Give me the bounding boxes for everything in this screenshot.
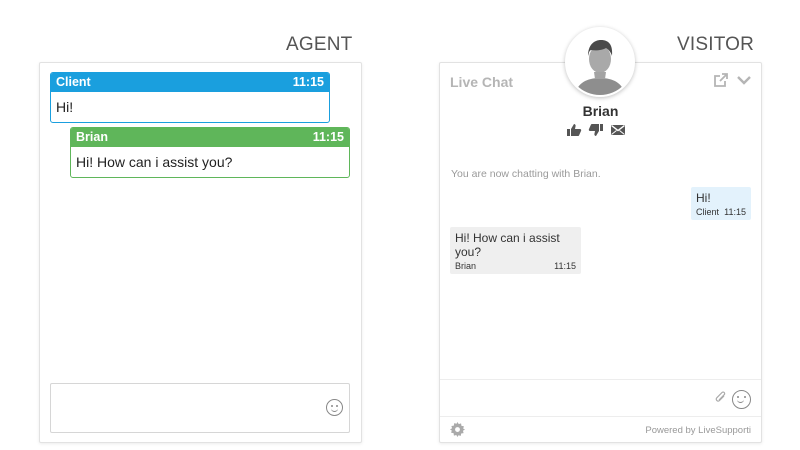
message-time: 11:15 [312, 130, 344, 144]
rating-controls [566, 123, 626, 137]
message-time: 11:15 [292, 75, 324, 89]
popout-icon[interactable] [714, 73, 728, 87]
visitor-message-client: Hi! Client 11:15 [691, 187, 751, 220]
agent-heading: AGENT [286, 34, 353, 55]
message-time: 11:15 [724, 207, 746, 217]
smiley-icon[interactable] [732, 390, 751, 409]
agent-panel: Client 11:15 Hi! Brian 11:15 Hi! How can… [39, 62, 362, 443]
smiley-icon[interactable] [326, 399, 343, 416]
message-sender: Brian [76, 130, 108, 144]
agent-message-brian: Brian 11:15 Hi! How can i assist you? [70, 127, 350, 178]
message-text: Hi! [56, 99, 74, 115]
message-time: 11:15 [554, 261, 576, 271]
system-message: You are now chatting with Brian. [451, 168, 601, 180]
operator-avatar [565, 27, 635, 97]
visitor-panel: Live Chat Brian You are now chatting wit… [439, 62, 762, 443]
visitor-message-brian: Hi! How can i assist you? Brian 11:15 [450, 227, 581, 274]
message-text: Hi! How can i assist you? [455, 231, 560, 259]
powered-by-text: Powered by LiveSupporti [645, 425, 751, 436]
message-sender: Brian [455, 261, 477, 271]
live-chat-title: Live Chat [450, 74, 514, 90]
window-controls [714, 73, 751, 87]
envelope-icon[interactable] [610, 123, 626, 137]
agent-message-box [50, 383, 350, 433]
message-sender: Client [696, 207, 720, 217]
visitor-message-input[interactable] [448, 385, 702, 413]
chevron-down-icon[interactable] [737, 73, 751, 87]
thumbs-down-icon[interactable] [588, 123, 604, 137]
message-header: Client 11:15 [51, 73, 329, 92]
agent-message-client: Client 11:15 Hi! [50, 72, 330, 123]
visitor-heading: VISITOR [677, 34, 755, 55]
thumbs-up-icon[interactable] [566, 123, 582, 137]
message-text: Hi! [696, 191, 711, 205]
agent-message-input[interactable] [55, 388, 319, 432]
footer-divider [440, 416, 761, 417]
input-divider [440, 379, 761, 380]
gear-icon[interactable] [450, 422, 465, 437]
message-header: Brian 11:15 [71, 128, 349, 147]
operator-name: Brian [582, 103, 619, 119]
paperclip-icon[interactable] [715, 391, 727, 405]
message-text: Hi! How can i assist you? [76, 154, 233, 170]
message-sender: Client [56, 75, 91, 89]
